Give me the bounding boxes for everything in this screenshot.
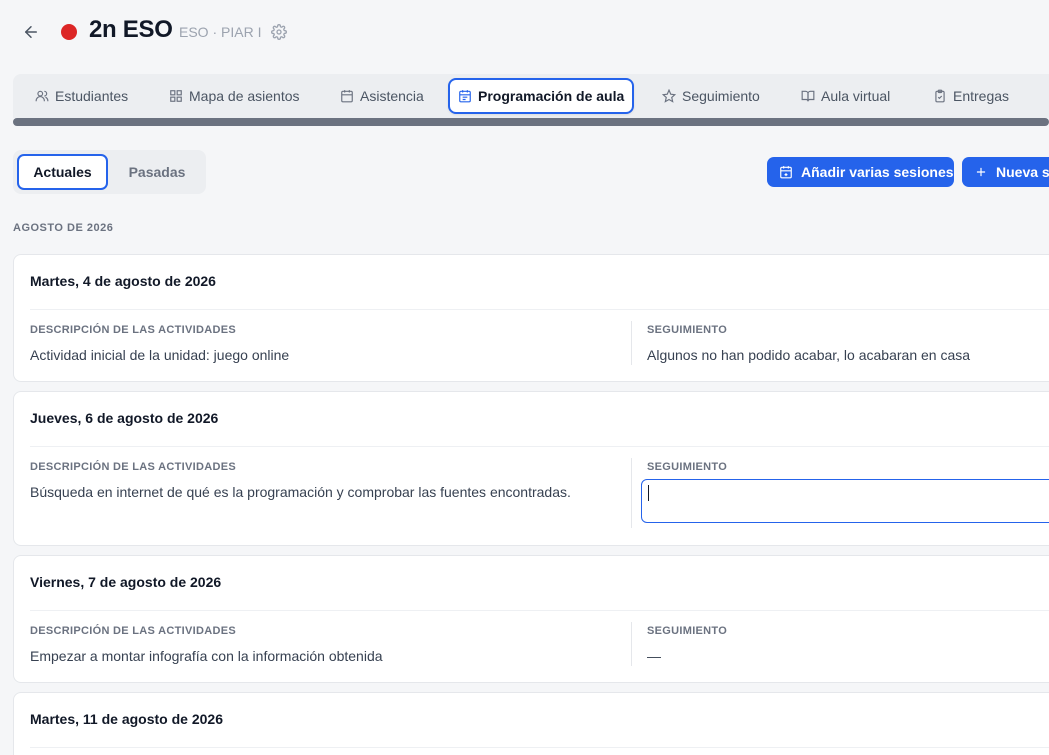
tab-bar: Estudiantes Mapa de asientos Asistencia … xyxy=(13,74,1049,118)
divider xyxy=(30,610,1049,611)
grid-icon xyxy=(170,90,182,102)
add-multiple-sessions-button[interactable]: Añadir varias sesiones xyxy=(767,157,954,187)
new-session-button[interactable]: Nueva se xyxy=(962,157,1049,187)
month-heading: AGOSTO DE 2026 xyxy=(13,222,114,234)
followup-input[interactable] xyxy=(641,479,1049,523)
divider xyxy=(631,458,632,528)
description-text: Actividad inicial de la unidad: juego on… xyxy=(30,347,290,363)
session-date: Jueves, 6 de agosto de 2026 xyxy=(30,410,219,426)
page-title: 2n ESO xyxy=(89,16,173,43)
button-label: Nueva se xyxy=(996,164,1049,180)
session-date: Martes, 4 de agosto de 2026 xyxy=(30,273,216,289)
session-card: Jueves, 6 de agosto de 2026 DESCRIPCIÓN … xyxy=(13,391,1049,546)
followup-label: SEGUIMIENTO xyxy=(647,461,728,473)
star-icon xyxy=(662,89,676,103)
page-subtitle: ESO · PIAR I xyxy=(179,24,262,40)
description-text: Búsqueda en internet de qué es la progra… xyxy=(30,484,571,500)
description-label: DESCRIPCIÓN DE LAS ACTIVIDADES xyxy=(30,461,237,473)
followup-text[interactable]: — xyxy=(647,648,661,664)
page-header: 2n ESO ESO · PIAR I xyxy=(0,0,1049,64)
tab-entregas[interactable]: Entregas xyxy=(925,78,1017,114)
tab-label: Mapa de asientos xyxy=(189,88,300,104)
calendar-icon xyxy=(341,90,353,103)
divider xyxy=(30,446,1049,447)
session-date: Viernes, 7 de agosto de 2026 xyxy=(30,574,222,590)
tab-scrollbar[interactable] xyxy=(13,118,1049,126)
description-label: DESCRIPCIÓN DE LAS ACTIVIDADES xyxy=(30,625,237,637)
description-label: DESCRIPCIÓN DE LAS ACTIVIDADES xyxy=(30,324,237,336)
followup-text[interactable]: Algunos no han podido acabar, lo acabara… xyxy=(647,347,970,363)
users-icon xyxy=(35,90,49,102)
divider xyxy=(30,309,1049,310)
followup-label: SEGUIMIENTO xyxy=(647,625,728,637)
tab-label: Entregas xyxy=(953,88,1010,104)
session-card: Martes, 4 de agosto de 2026 DESCRIPCIÓN … xyxy=(13,254,1049,382)
session-filter: Actuales Pasadas xyxy=(13,150,206,194)
filter-current-button[interactable]: Actuales xyxy=(17,154,108,190)
session-date: Martes, 11 de agosto de 2026 xyxy=(30,711,223,727)
tab-label: Asistencia xyxy=(360,88,424,104)
tab-asistencia[interactable]: Asistencia xyxy=(332,78,432,114)
calendar-list-icon xyxy=(459,90,471,103)
tab-aula-virtual[interactable]: Aula virtual xyxy=(793,78,898,114)
book-icon xyxy=(801,90,815,102)
tab-mapa-de-asientos[interactable]: Mapa de asientos xyxy=(161,78,308,114)
back-arrow-icon[interactable] xyxy=(20,21,42,43)
divider xyxy=(631,622,632,666)
group-color-dot xyxy=(61,24,77,40)
text-caret xyxy=(648,485,649,501)
tab-estudiantes[interactable]: Estudiantes xyxy=(27,78,136,114)
tab-label: Aula virtual xyxy=(821,88,891,104)
description-text: Empezar a montar infografía con la infor… xyxy=(30,648,383,664)
button-label: Añadir varias sesiones xyxy=(801,164,954,180)
session-card: Viernes, 7 de agosto de 2026 DESCRIPCIÓN… xyxy=(13,555,1049,683)
calendar-plus-icon xyxy=(780,166,792,179)
session-card: Martes, 11 de agosto de 2026 xyxy=(13,692,1049,755)
followup-label: SEGUIMIENTO xyxy=(647,324,728,336)
tab-label: Estudiantes xyxy=(55,88,129,104)
gear-icon[interactable] xyxy=(271,24,287,40)
divider xyxy=(30,747,1049,748)
tab-label: Seguimiento xyxy=(682,88,760,104)
divider xyxy=(631,321,632,365)
clipboard-icon xyxy=(935,89,945,103)
plus-icon xyxy=(976,167,986,177)
tab-seguimiento[interactable]: Seguimiento xyxy=(654,78,768,114)
tab-label: Programación de aula xyxy=(478,88,625,104)
tab-programacion-de-aula[interactable]: Programación de aula xyxy=(448,78,635,114)
filter-past-button[interactable]: Pasadas xyxy=(113,154,201,190)
